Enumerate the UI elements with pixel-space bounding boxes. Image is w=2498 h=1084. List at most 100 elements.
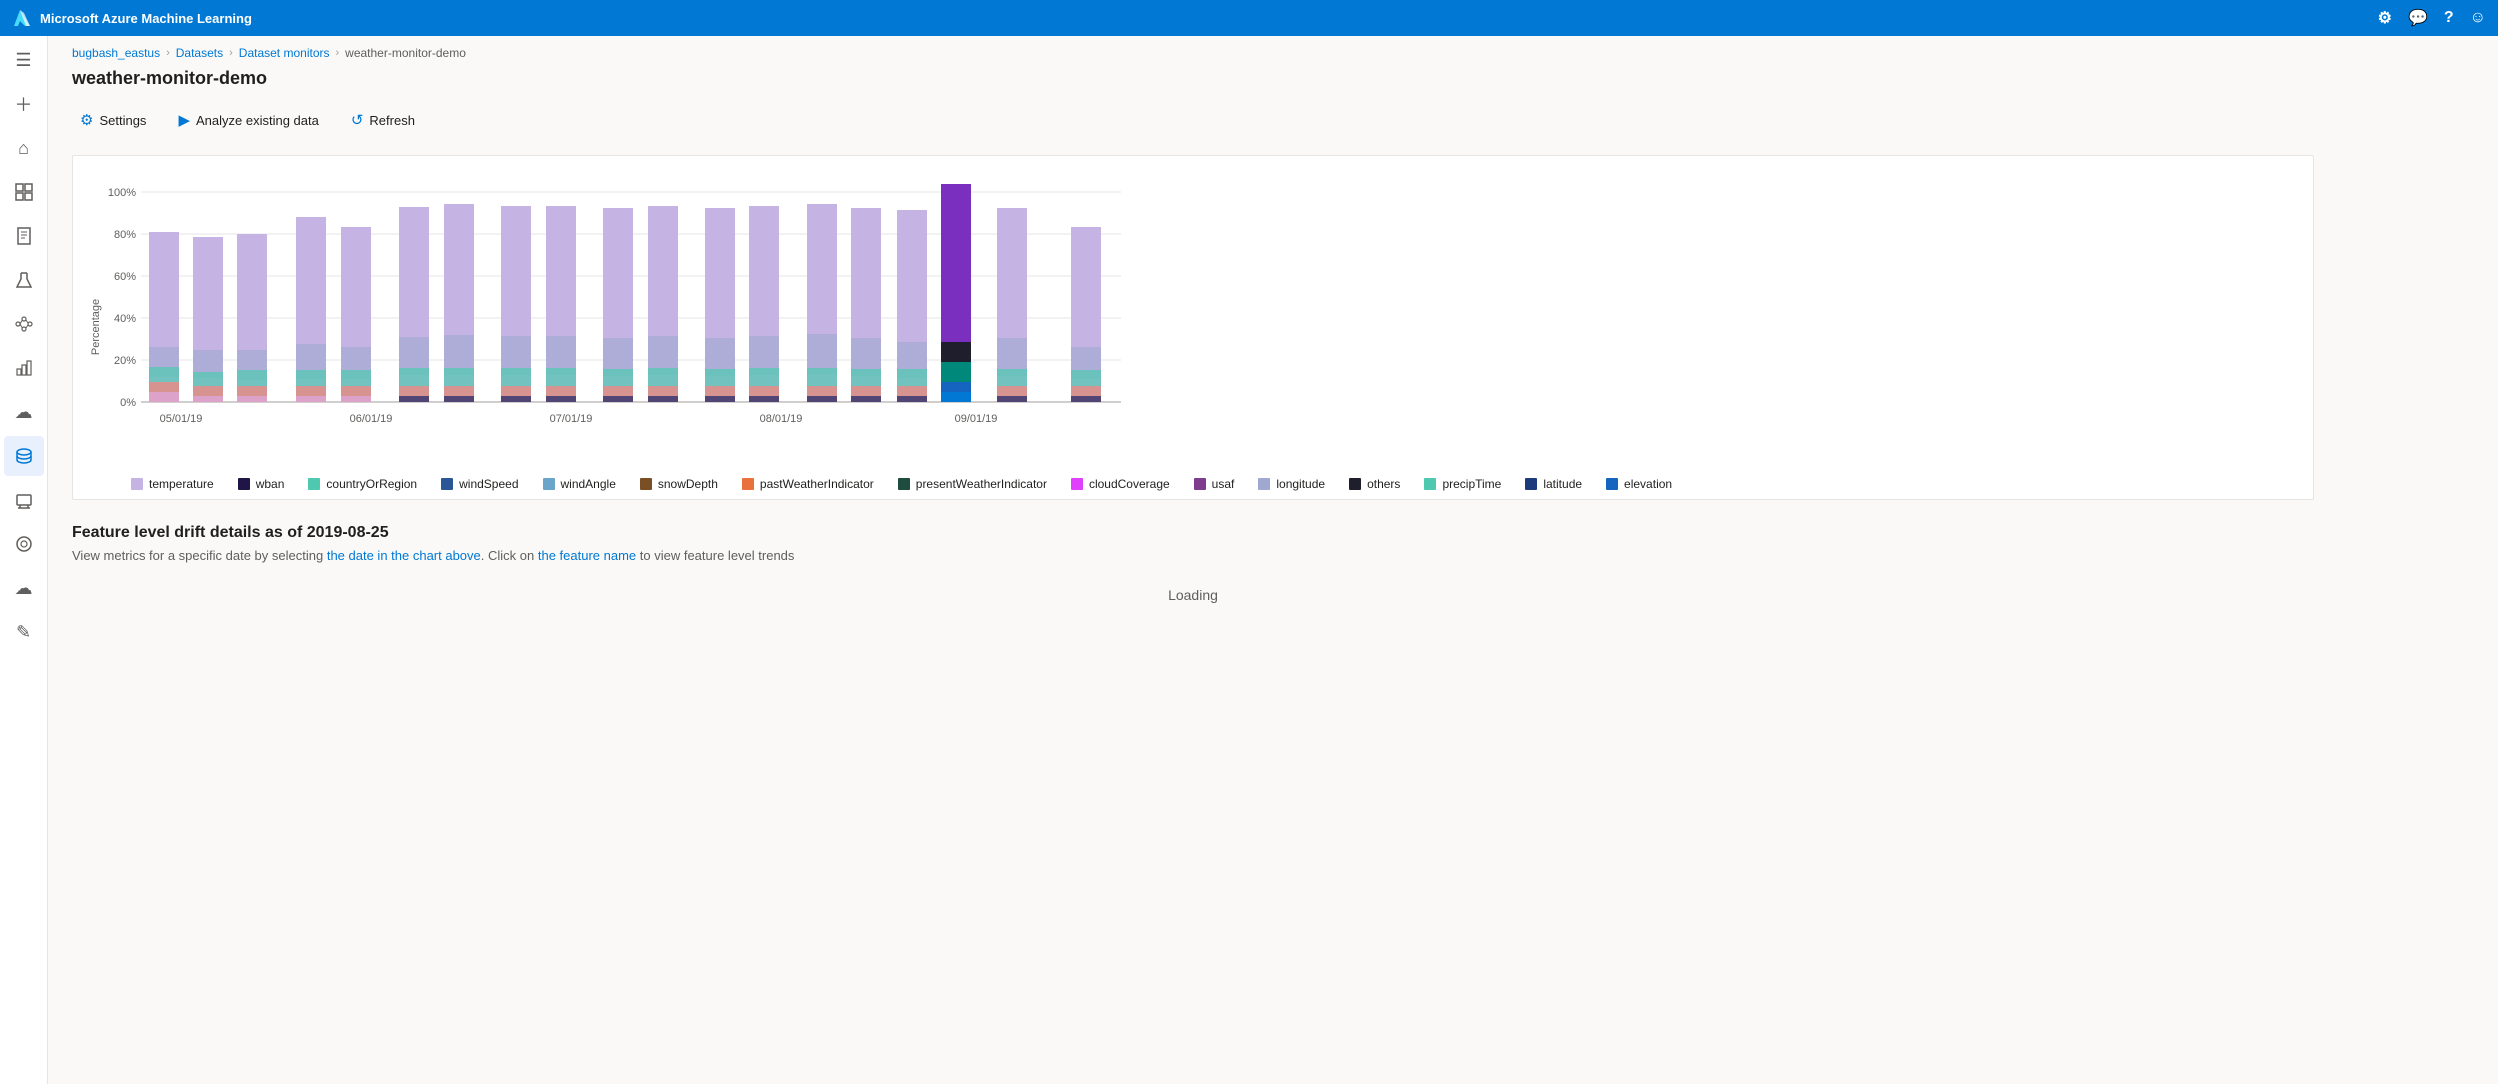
sidebar-environments[interactable]: [4, 524, 44, 564]
legend-swatch-windangle: [543, 478, 555, 490]
svg-text:20%: 20%: [114, 355, 136, 367]
sidebar-notebooks[interactable]: [4, 216, 44, 256]
legend-label-country: countryOrRegion: [326, 477, 417, 491]
legend-label-temperature: temperature: [149, 477, 214, 491]
breadcrumb-sep-3: ›: [335, 47, 339, 59]
feature-subtitle-end: to view feature level trends: [636, 548, 794, 563]
settings-button[interactable]: ⚙ Settings: [72, 105, 154, 135]
legend-swatch-pastweather: [742, 478, 754, 490]
legend-label-pastweather: pastWeatherIndicator: [760, 477, 874, 491]
svg-text:Percentage: Percentage: [90, 299, 102, 355]
legend-preciptime: precipTime: [1424, 477, 1501, 491]
legend-temperature: temperature: [131, 477, 214, 491]
loading-text: Loading: [72, 587, 2314, 603]
azure-logo: [12, 8, 32, 28]
sidebar-compute[interactable]: [4, 480, 44, 520]
legend-pastweather: pastWeatherIndicator: [742, 477, 874, 491]
sidebar-create[interactable]: ＋: [4, 84, 44, 124]
sidebar-pipelines[interactable]: [4, 304, 44, 344]
bar-chart[interactable]: Percentage 100% 80% 60% 40% 20% 0%: [81, 172, 1131, 462]
chart-svg-wrap: Percentage 100% 80% 60% 40% 20% 0%: [81, 172, 2297, 465]
sidebar-labeling[interactable]: ✎: [4, 612, 44, 652]
legend-label-wban: wban: [256, 477, 285, 491]
play-icon: ▶: [178, 111, 190, 129]
help-icon[interactable]: ?: [2444, 9, 2454, 27]
legend-swatch-windspeed: [441, 478, 453, 490]
refresh-button[interactable]: ↺ Refresh: [343, 105, 423, 135]
legend-label-others: others: [1367, 477, 1400, 491]
sidebar-experiments[interactable]: [4, 260, 44, 300]
analyze-button[interactable]: ▶ Analyze existing data: [170, 105, 326, 135]
legend-latitude: latitude: [1525, 477, 1582, 491]
breadcrumb-current: weather-monitor-demo: [345, 46, 466, 60]
app-title: Microsoft Azure Machine Learning: [40, 11, 252, 26]
feature-title: Feature level drift details as of 2019-0…: [72, 524, 2314, 542]
legend-label-elevation: elevation: [1624, 477, 1672, 491]
legend-label-windangle: windAngle: [561, 477, 616, 491]
user-icon[interactable]: ☺: [2470, 9, 2486, 27]
refresh-label: Refresh: [369, 113, 415, 128]
svg-text:40%: 40%: [114, 313, 136, 325]
legend-swatch-others: [1349, 478, 1361, 490]
legend-swatch-longitude: [1258, 478, 1270, 490]
svg-text:60%: 60%: [114, 271, 136, 283]
page-title: weather-monitor-demo: [72, 68, 2314, 89]
svg-text:100%: 100%: [108, 187, 136, 199]
breadcrumb-sep-2: ›: [229, 47, 233, 59]
refresh-icon: ↺: [351, 111, 364, 129]
sidebar-datastores[interactable]: ☁: [4, 568, 44, 608]
legend-cloudcoverage: cloudCoverage: [1071, 477, 1170, 491]
sidebar-dashboard[interactable]: [4, 172, 44, 212]
feature-subtitle-link1[interactable]: the date in the chart above: [327, 548, 481, 563]
legend-label-cloudcoverage: cloudCoverage: [1089, 477, 1170, 491]
toolbar: ⚙ Settings ▶ Analyze existing data ↺ Ref…: [72, 105, 2314, 135]
breadcrumb-sep-1: ›: [166, 47, 170, 59]
top-bar-brand: Microsoft Azure Machine Learning: [12, 8, 252, 28]
feature-subtitle-middle: . Click on: [481, 548, 538, 563]
svg-text:08/01/19: 08/01/19: [760, 413, 803, 425]
legend-snowdepth: snowDepth: [640, 477, 718, 491]
sidebar-home[interactable]: ⌂: [4, 128, 44, 168]
breadcrumb-monitors[interactable]: Dataset monitors: [239, 46, 330, 60]
svg-text:05/01/19: 05/01/19: [160, 413, 203, 425]
settings-label: Settings: [99, 113, 146, 128]
chart-legend: temperature wban countryOrRegion windSpe…: [81, 477, 2297, 491]
legend-label-preciptime: precipTime: [1442, 477, 1501, 491]
breadcrumb: bugbash_eastus › Datasets › Dataset moni…: [72, 36, 2314, 68]
breadcrumb-datasets[interactable]: Datasets: [176, 46, 223, 60]
legend-longitude: longitude: [1258, 477, 1325, 491]
legend-swatch-elevation: [1606, 478, 1618, 490]
feedback-icon[interactable]: 💬: [2408, 8, 2428, 28]
settings-icon[interactable]: ⚙: [2378, 8, 2392, 28]
settings-gear-icon: ⚙: [80, 111, 93, 129]
legend-windspeed: windSpeed: [441, 477, 518, 491]
legend-windangle: windAngle: [543, 477, 616, 491]
sidebar-menu[interactable]: ☰: [4, 40, 44, 80]
legend-swatch-cloudcoverage: [1071, 478, 1083, 490]
legend-label-presentweather: presentWeatherIndicator: [916, 477, 1047, 491]
legend-presentweather: presentWeatherIndicator: [898, 477, 1047, 491]
legend-label-windspeed: windSpeed: [459, 477, 518, 491]
right-panel: [2338, 36, 2498, 1084]
feature-subtitle: View metrics for a specific date by sele…: [72, 548, 2314, 563]
legend-label-snowdepth: snowDepth: [658, 477, 718, 491]
legend-swatch-snowdepth: [640, 478, 652, 490]
legend-elevation: elevation: [1606, 477, 1672, 491]
sidebar-endpoints[interactable]: ☁: [4, 392, 44, 432]
legend-swatch-latitude: [1525, 478, 1537, 490]
top-bar: Microsoft Azure Machine Learning ⚙ 💬 ? ☺: [0, 0, 2498, 36]
analyze-label: Analyze existing data: [196, 113, 319, 128]
sidebar-datasets[interactable]: [4, 436, 44, 476]
legend-swatch-country: [308, 478, 320, 490]
breadcrumb-workspace[interactable]: bugbash_eastus: [72, 46, 160, 60]
feature-subtitle-start: View metrics for a specific date by sele…: [72, 548, 327, 563]
svg-text:80%: 80%: [114, 229, 136, 241]
top-bar-actions: ⚙ 💬 ? ☺: [2378, 8, 2486, 28]
feature-subtitle-link2[interactable]: the feature name: [538, 548, 636, 563]
legend-swatch-temperature: [131, 478, 143, 490]
legend-wban: wban: [238, 477, 285, 491]
legend-swatch-usaf: [1194, 478, 1206, 490]
legend-swatch-wban: [238, 478, 250, 490]
main-content: bugbash_eastus › Datasets › Dataset moni…: [48, 36, 2338, 1084]
sidebar-models[interactable]: [4, 348, 44, 388]
